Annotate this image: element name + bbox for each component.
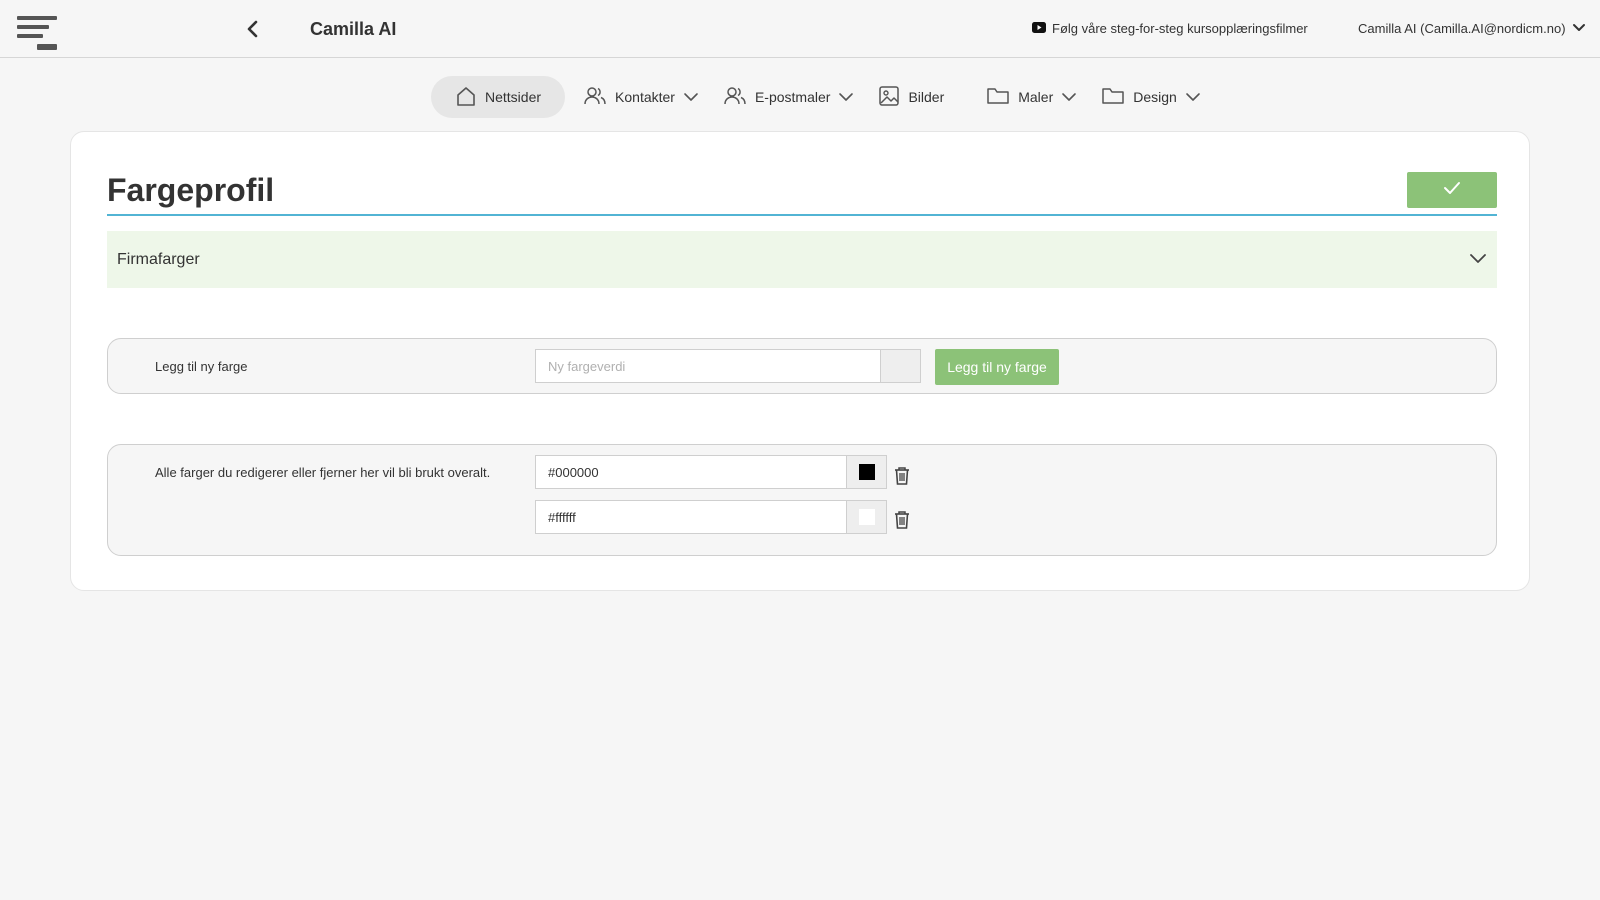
users-icon [723,85,747,110]
app-title: Camilla AI [310,19,397,39]
color-list-panel: Alle farger du redigerer eller fjerner h… [107,444,1497,556]
title-divider [107,214,1497,216]
chevron-down-icon [1469,251,1487,269]
back-arrow-icon[interactable] [244,19,262,39]
nav-item-bilder[interactable]: Bilder [866,76,956,118]
nav-item-label: Maler [1018,89,1054,105]
folder-icon [1101,86,1125,109]
save-button[interactable] [1407,172,1497,208]
color-value-input[interactable] [535,455,847,489]
new-color-swatch[interactable] [880,349,921,383]
checkmark-icon [1443,181,1461,200]
user-label: Camilla AI (Camilla.AI@nordicm.no) [1358,21,1566,36]
color-profile-card: Fargeprofil Firmafarger Legg til ny farg… [70,131,1530,591]
home-icon [455,85,477,110]
trash-icon[interactable] [893,510,911,530]
nav-item-label: Design [1133,89,1177,105]
main-nav: Nettsider Kontakter E-postmaler Bilder M… [431,76,1213,118]
color-list-description: Alle farger du redigerer eller fjerner h… [155,465,491,480]
chevron-down-icon [1572,21,1586,36]
color-swatch[interactable] [846,455,887,489]
nav-item-label: E-postmaler [754,89,831,105]
trash-icon[interactable] [893,466,911,486]
folder-icon [986,86,1010,109]
page-title: Fargeprofil [107,172,275,208]
new-color-input[interactable] [535,349,881,383]
nav-item-label: Bilder [908,89,945,105]
company-colors-accordion[interactable]: Firmafarger [107,231,1497,288]
menu-icon[interactable] [17,16,59,52]
add-color-button[interactable]: Legg til ny farge [935,349,1059,385]
nav-item-label: Nettsider [485,89,542,105]
tutorial-link[interactable]: Følg våre steg-for-steg kursopplæringsfi… [1032,21,1308,36]
chevron-down-icon [838,89,854,105]
user-menu[interactable]: Camilla AI (Camilla.AI@nordicm.no) [1358,21,1586,36]
youtube-icon [1032,21,1046,36]
image-icon [878,85,900,110]
chevron-down-icon [1185,89,1201,105]
add-color-label: Legg til ny farge [155,359,248,374]
nav-item-kontakter[interactable]: Kontakter [571,76,711,118]
color-swatch-fill [858,464,875,480]
users-icon [583,85,607,110]
color-swatch[interactable] [846,500,887,534]
chevron-down-icon [1061,89,1077,105]
nav-item-e-postmaler[interactable]: E-postmaler [711,76,866,118]
section-title: Firmafarger [117,250,200,268]
add-color-panel: Legg til ny farge Legg til ny farge [107,338,1497,394]
tutorial-link-label: Følg våre steg-for-steg kursopplæringsfi… [1052,21,1308,36]
color-value-input[interactable] [535,500,847,534]
chevron-down-icon [683,89,699,105]
nav-item-design[interactable]: Design [1089,76,1213,118]
nav-item-label: Kontakter [615,89,675,105]
nav-item-maler[interactable]: Maler [974,76,1089,118]
top-bar: Camilla AI Følg våre steg-for-steg kurso… [0,0,1600,58]
color-swatch-fill [858,509,875,525]
nav-item-nettsider[interactable]: Nettsider [431,76,566,118]
